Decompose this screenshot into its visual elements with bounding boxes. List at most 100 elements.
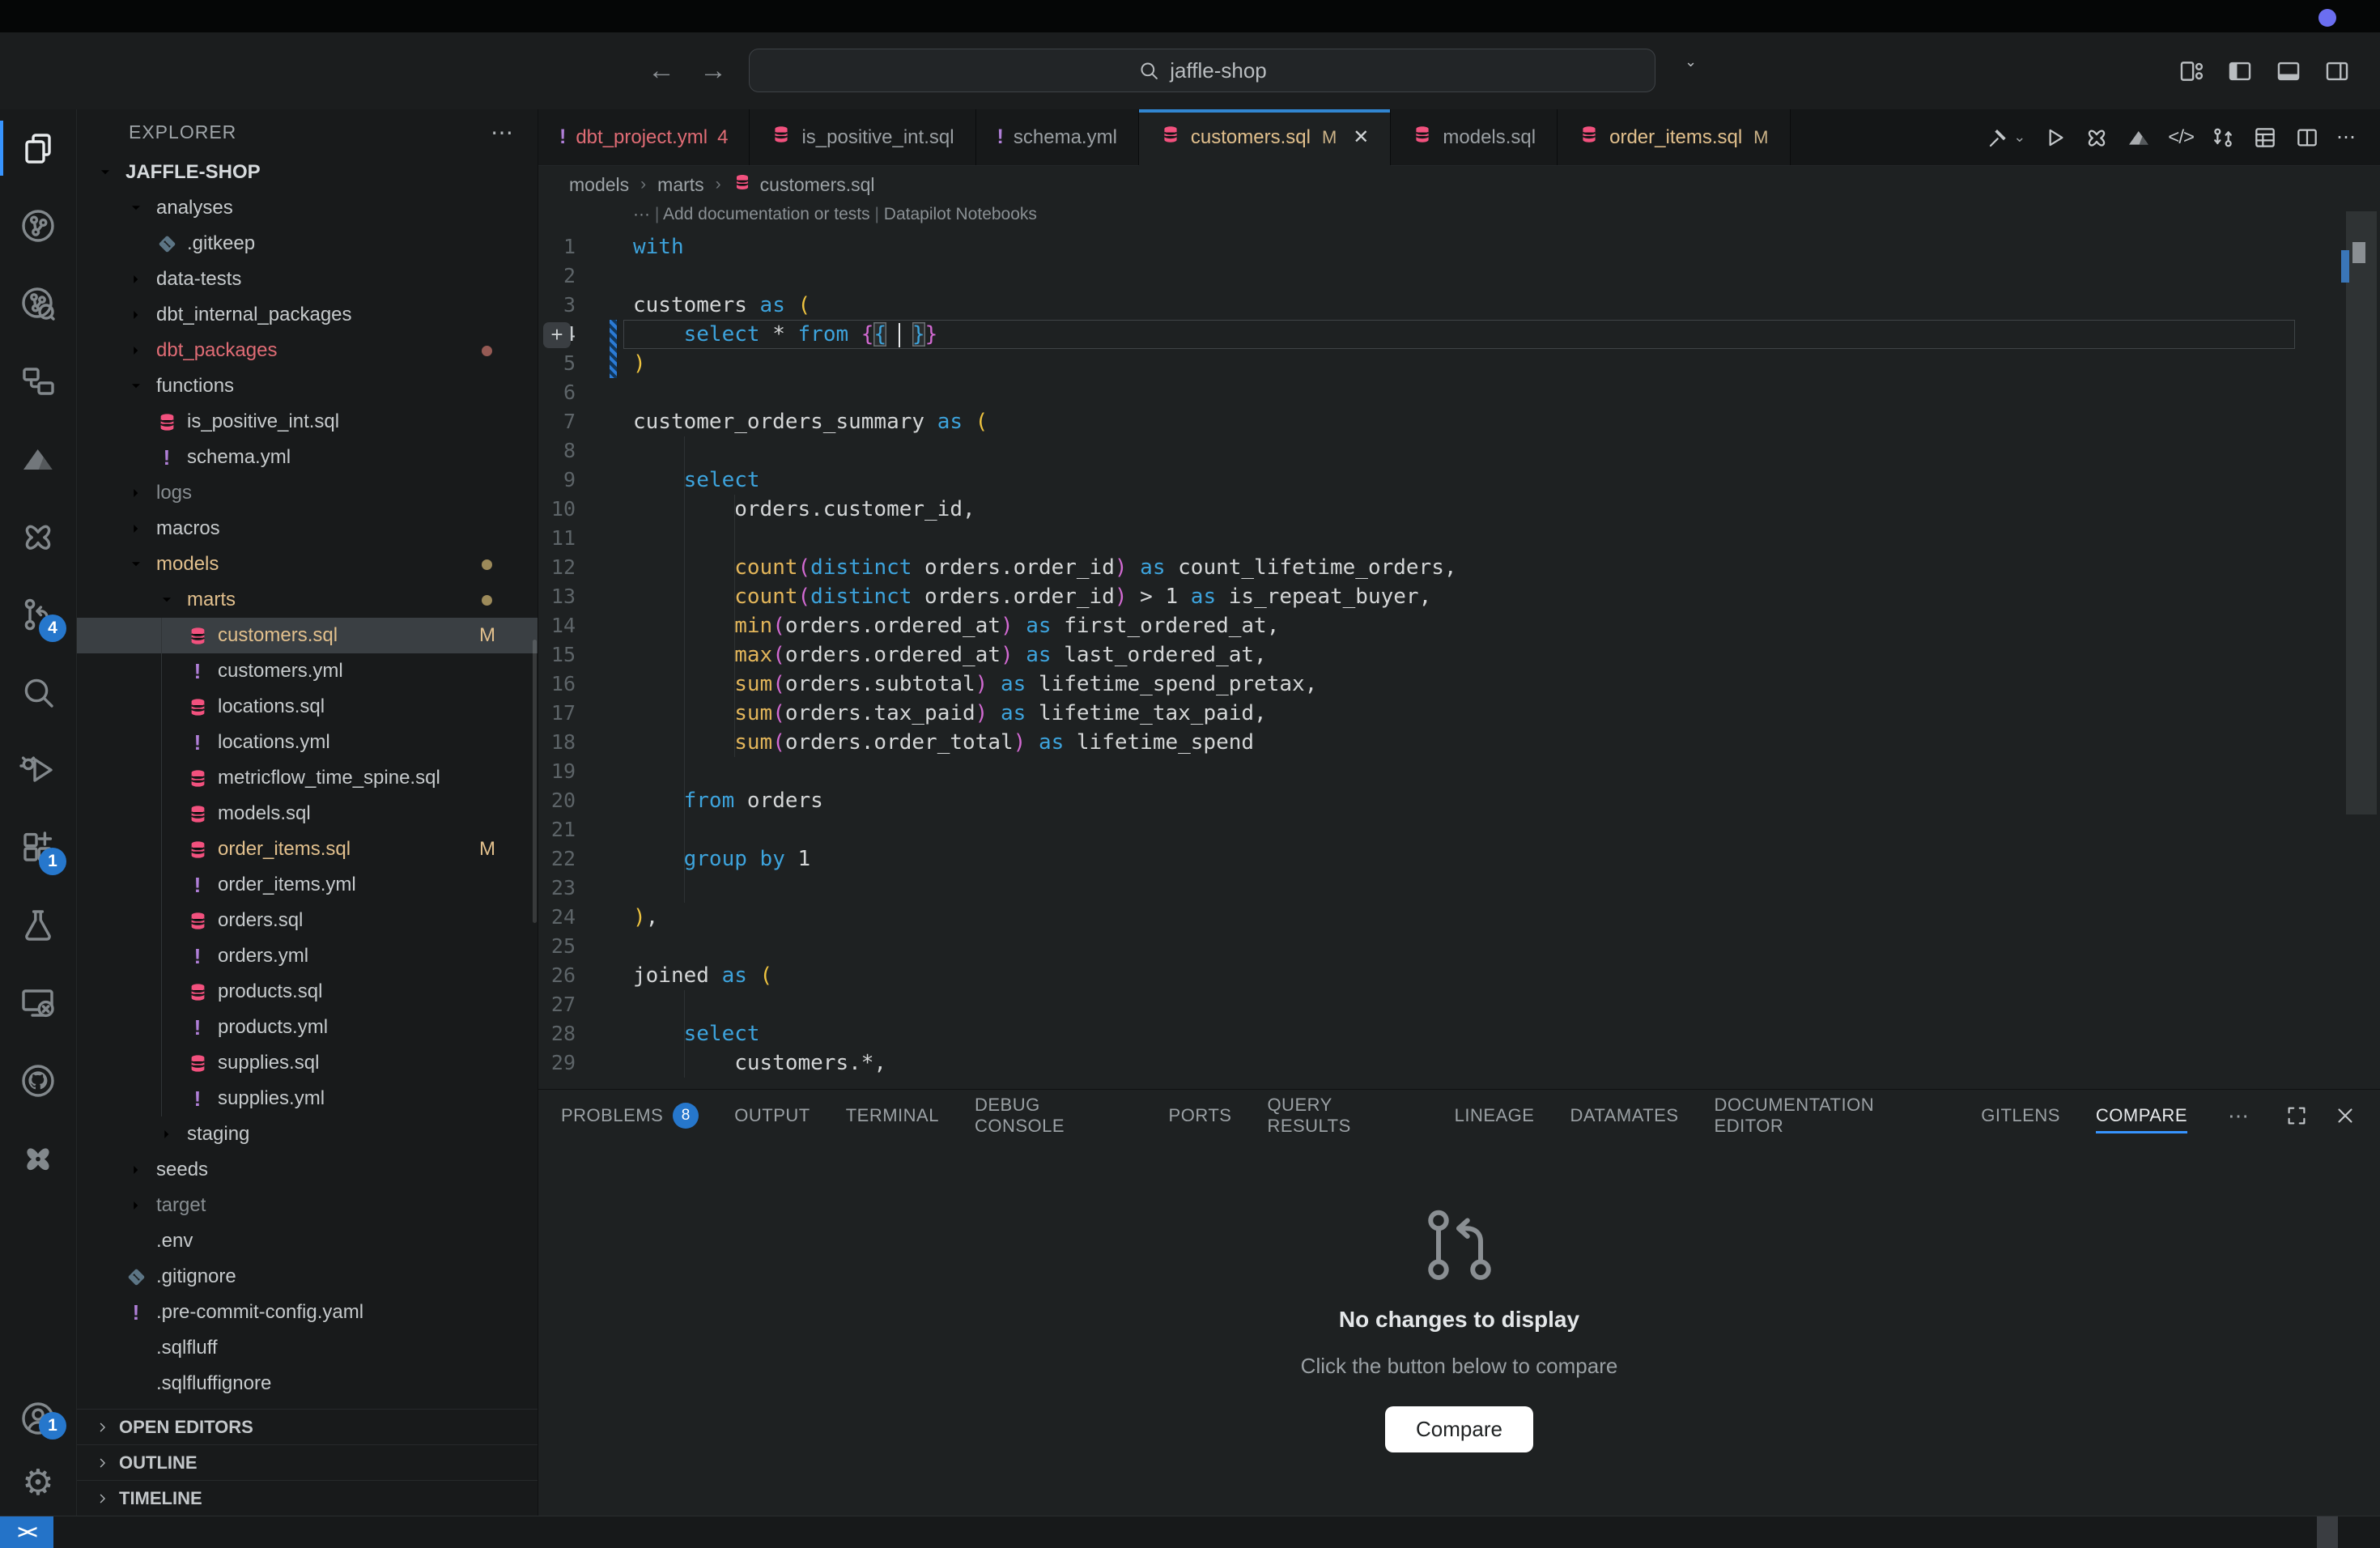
panel-tab-output[interactable]: OUTPUT — [734, 1090, 810, 1142]
code-line-4[interactable]: 4+ select * from {{ }} — [538, 320, 2340, 349]
tree-file-products-sql[interactable]: products.sql — [77, 974, 538, 1010]
code-line-1[interactable]: 1with — [538, 232, 2340, 262]
panel-tab-ports[interactable]: PORTS — [1169, 1090, 1232, 1142]
code-line-12[interactable]: 12 count(distinct orders.order_id) as co… — [538, 553, 2340, 582]
tree-file-supplies-yml[interactable]: !supplies.yml — [77, 1081, 538, 1116]
activity-git-graph[interactable]: 4 — [0, 576, 76, 653]
tree-file-models-sql[interactable]: models.sql — [77, 796, 538, 831]
panel-tab-debug-console[interactable]: DEBUG CONSOLE — [975, 1090, 1133, 1142]
panel-tab-lineage[interactable]: LINEAGE — [1455, 1090, 1535, 1142]
tree-folder-dbt-packages[interactable]: dbt_packages — [77, 333, 538, 368]
activity-testing[interactable] — [0, 887, 76, 964]
tree-file-schema-yml[interactable]: !schema.yml — [77, 440, 538, 475]
code-line-11[interactable]: 11 — [538, 524, 2340, 553]
code-line-21[interactable]: 21 — [538, 815, 2340, 844]
tree-file-supplies-sql[interactable]: supplies.sql — [77, 1045, 538, 1081]
toggle-sidebar-icon[interactable] — [2226, 57, 2254, 85]
code-line-14[interactable]: 14 min(orders.ordered_at) as first_order… — [538, 611, 2340, 640]
tree-file-products-yml[interactable]: !products.yml — [77, 1010, 538, 1045]
code-line-15[interactable]: 15 max(orders.ordered_at) as last_ordere… — [538, 640, 2340, 670]
code-line-9[interactable]: 9 select — [538, 466, 2340, 495]
breadcrumb-item[interactable]: models — [569, 174, 629, 196]
panel-tab-documentation-editor[interactable]: DOCUMENTATION EDITOR — [1715, 1090, 1946, 1142]
tab-is-positive-int-sql[interactable]: is_positive_int.sql — [750, 109, 975, 165]
code-line-25[interactable]: 25 — [538, 932, 2340, 961]
codelens-actions[interactable]: ··· | Add documentation or tests | Datap… — [633, 205, 1037, 224]
code-line-28[interactable]: 28 select — [538, 1019, 2340, 1048]
tree-folder-marts[interactable]: marts — [77, 582, 538, 618]
status-encoding[interactable] — [2254, 1516, 2275, 1548]
tree-file-customers-sql[interactable]: customers.sqlM — [77, 618, 538, 653]
code-line-16[interactable]: 16 sum(orders.subtotal) as lifetime_spen… — [538, 670, 2340, 699]
code-line-19[interactable]: 19 — [538, 757, 2340, 786]
tree-folder-macros[interactable]: macros — [77, 511, 538, 546]
close-panel-icon[interactable] — [2333, 1104, 2357, 1128]
editor-action-split-editor[interactable] — [2289, 120, 2325, 155]
tab-schema-yml[interactable]: !schema.yml — [976, 109, 1139, 165]
sidebar-scrollbar[interactable] — [533, 640, 537, 923]
tab-dbt-project-yml[interactable]: !dbt_project.yml4 — [538, 109, 750, 165]
command-center-search[interactable]: jaffle-shop — [749, 49, 1655, 92]
editor-action-git-compare[interactable] — [2205, 120, 2241, 155]
code-line-6[interactable]: 6 — [538, 378, 2340, 407]
tree-file-order-items-sql[interactable]: order_items.sqlM — [77, 831, 538, 867]
status-notifications[interactable] — [2359, 1516, 2380, 1548]
status-problems[interactable] — [117, 1516, 138, 1548]
tree-file--gitkeep[interactable]: .gitkeep — [77, 226, 538, 262]
tree-file--env[interactable]: .env — [77, 1223, 538, 1259]
activity-dbt-power-user[interactable] — [0, 498, 76, 576]
tree-file--sqlfluffignore[interactable]: .sqlfluffignore — [77, 1366, 538, 1401]
code-line-3[interactable]: 3customers as ( — [538, 291, 2340, 320]
panel-tab-gitlens[interactable]: GITLENS — [1981, 1090, 2060, 1142]
activity-source-control-circle[interactable] — [0, 187, 76, 265]
status-launchpad[interactable] — [96, 1516, 117, 1548]
tree-folder-models[interactable]: models — [77, 546, 538, 582]
code-line-26[interactable]: 26joined as ( — [538, 961, 2340, 990]
editor-action-query-results[interactable] — [2247, 120, 2283, 155]
code-line-23[interactable]: 23 — [538, 874, 2340, 903]
activity-github[interactable] — [0, 1042, 76, 1120]
status-compare-changes[interactable] — [74, 1516, 96, 1548]
tree-file-orders-sql[interactable]: orders.sql — [77, 903, 538, 938]
tree-folder-data-tests[interactable]: data-tests — [77, 262, 538, 297]
status-cursor-position[interactable] — [2212, 1516, 2233, 1548]
code-line-27[interactable]: 27 — [538, 990, 2340, 1019]
panel-tab-datamates[interactable]: DATAMATES — [1570, 1090, 1678, 1142]
status-defer[interactable] — [159, 1516, 180, 1548]
remote-indicator[interactable]: >< — [0, 1516, 53, 1548]
status-git-branch[interactable] — [53, 1516, 74, 1548]
editor-action-build[interactable]: ⌄ — [1981, 120, 2030, 155]
panel-tab-compare[interactable]: COMPARE — [2096, 1090, 2187, 1142]
code-editor[interactable]: ··· | Add documentation or tests | Datap… — [538, 203, 2380, 1089]
activity-accounts[interactable]: 1 — [0, 1386, 76, 1451]
editor-action-dbt-power-user[interactable] — [2079, 120, 2114, 155]
code-line-2[interactable]: 2 — [538, 262, 2340, 291]
toggle-panel-icon[interactable] — [2275, 57, 2302, 85]
tree-file-orders-yml[interactable]: !orders.yml — [77, 938, 538, 974]
tree-folder-functions[interactable]: functions — [77, 368, 538, 404]
tree-file-order-items-yml[interactable]: !order_items.yml — [77, 867, 538, 903]
tree-folder-target[interactable]: target — [77, 1188, 538, 1223]
tree-folder-logs[interactable]: logs — [77, 475, 538, 511]
new-window-action[interactable]: ⌄ — [1680, 53, 1697, 70]
maximize-panel-icon[interactable] — [2284, 1104, 2309, 1128]
tab-customers-sql[interactable]: customers.sqlM✕ — [1139, 109, 1391, 165]
tree-file-metricflow-time-spine-sql[interactable]: metricflow_time_spine.sql — [77, 760, 538, 796]
status-eol[interactable] — [2275, 1516, 2296, 1548]
status-blame[interactable] — [2191, 1516, 2212, 1548]
status-dbt-extension[interactable] — [180, 1516, 201, 1548]
tree-folder-dbt-internal-packages[interactable]: dbt_internal_packages — [77, 297, 538, 333]
tree-file--gitignore[interactable]: .gitignore — [77, 1259, 538, 1295]
panel-tab-problems[interactable]: PROBLEMS8 — [561, 1090, 699, 1142]
tab-order-items-sql[interactable]: order_items.sqlM — [1558, 109, 1790, 165]
editor-action-run[interactable] — [2037, 120, 2072, 155]
activity-extensions[interactable]: 1 — [0, 809, 76, 887]
tree-folder-jaffle-shop[interactable]: JAFFLE-SHOP — [77, 155, 538, 190]
code-line-13[interactable]: 13 count(distinct orders.order_id) > 1 a… — [538, 582, 2340, 611]
editor-action-code-preview[interactable]: </> — [2163, 121, 2199, 154]
customize-layout-icon[interactable] — [2178, 57, 2205, 85]
section-open-editors[interactable]: OPEN EDITORS — [77, 1409, 538, 1444]
code-line-29[interactable]: 29 customers.*, — [538, 1048, 2340, 1078]
code-line-8[interactable]: 8 — [538, 436, 2340, 466]
tree-folder-analyses[interactable]: analyses — [77, 190, 538, 226]
